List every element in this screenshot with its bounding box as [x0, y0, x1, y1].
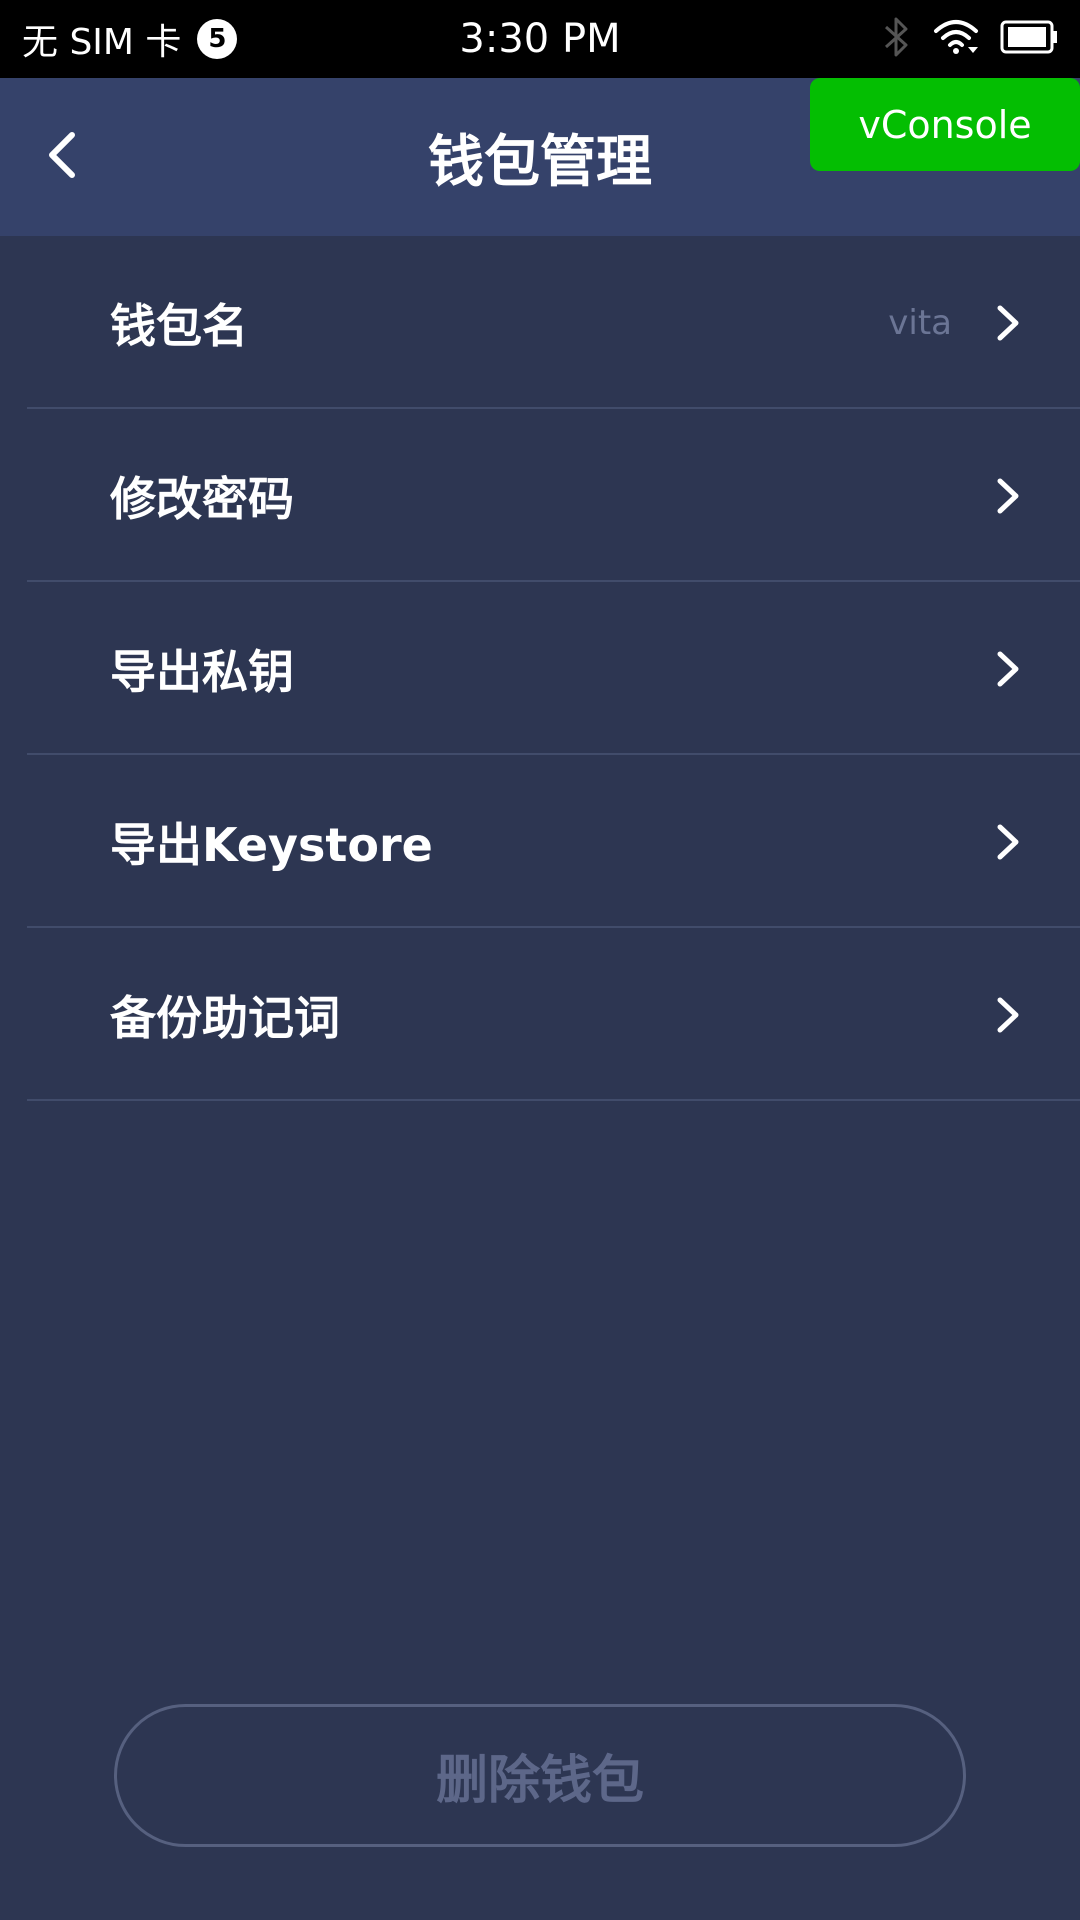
menu-item-wallet-name[interactable]: 钱包名 vita: [0, 236, 1080, 409]
menu-item-export-private-key[interactable]: 导出私钥: [0, 582, 1080, 755]
battery-icon: [1000, 20, 1058, 58]
menu-item-label: 导出私钥: [110, 644, 294, 699]
chevron-right-icon: [992, 475, 1022, 517]
bluetooth-icon: [882, 15, 912, 63]
menu-item-backup-mnemonic[interactable]: 备份助记词: [0, 928, 1080, 1101]
menu-item-label: 导出Keystore: [110, 817, 433, 872]
status-bar: 无 SIM 卡 5 3:30 PM: [0, 0, 1080, 78]
vconsole-button[interactable]: vConsole: [810, 78, 1080, 171]
chevron-right-icon: [992, 821, 1022, 863]
menu-item-label: 钱包名: [110, 298, 248, 353]
chevron-right-icon: [992, 994, 1022, 1036]
status-icons: [882, 0, 1058, 78]
chevron-right-icon: [992, 302, 1022, 344]
delete-wallet-button[interactable]: 删除钱包: [114, 1704, 966, 1847]
menu-item-change-password[interactable]: 修改密码: [0, 409, 1080, 582]
wifi-icon: [932, 17, 980, 61]
menu-item-label: 备份助记词: [110, 990, 340, 1045]
menu-item-value: vita: [888, 302, 952, 343]
menu-item-export-keystore[interactable]: 导出Keystore: [0, 755, 1080, 928]
menu-list: 钱包名 vita 修改密码 导出私钥 导出Keystore 备份助记词: [0, 236, 1080, 1101]
screen: 无 SIM 卡 5 3:30 PM 钱包管理 vConsole 钱包名 vita…: [0, 0, 1080, 1920]
menu-item-label: 修改密码: [110, 471, 294, 526]
chevron-right-icon: [992, 648, 1022, 690]
